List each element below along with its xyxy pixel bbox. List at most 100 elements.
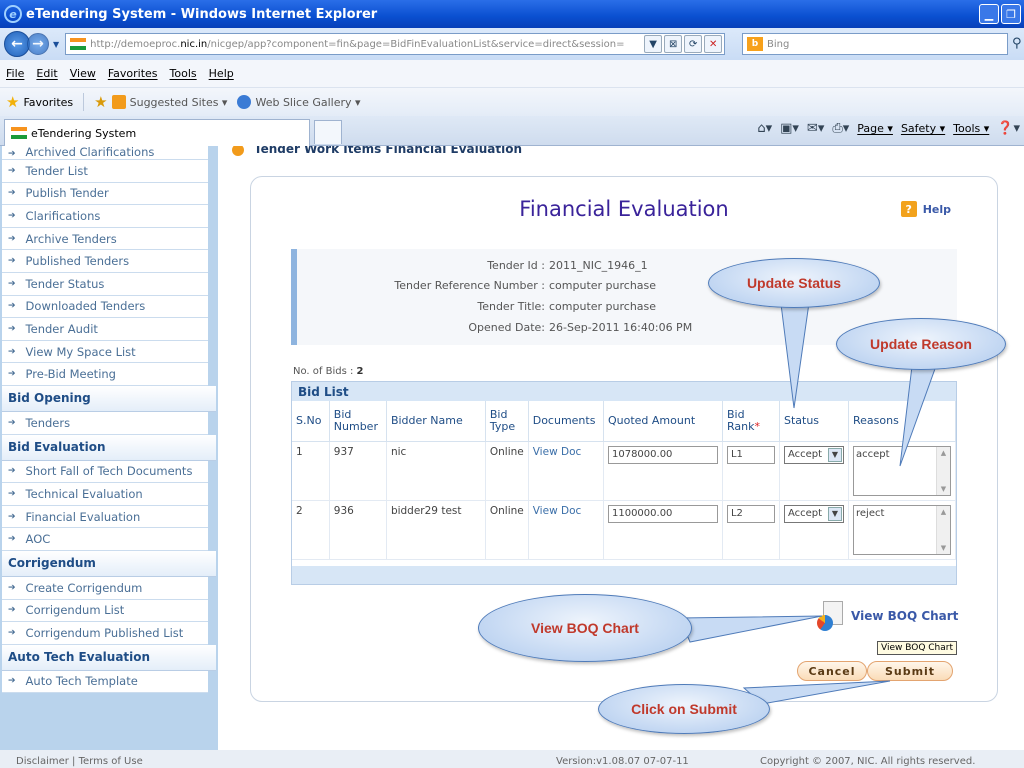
compatibility-icon[interactable]: ⊠: [664, 35, 683, 53]
back-arrow-icon: ←: [11, 36, 23, 52]
info-tender-title: Tender Title: computer purchase: [369, 300, 656, 313]
sidebar-item-tender-list[interactable]: ➔ Tender List: [2, 160, 208, 183]
sidebar-item-publish-tender[interactable]: ➔ Publish Tender: [2, 182, 208, 206]
sidebar-item-corrigendum-list[interactable]: ➔ Corrigendum List: [2, 599, 208, 623]
tools-menu[interactable]: Tools ▾: [953, 122, 989, 135]
arrow-icon: ➔: [8, 165, 16, 176]
url-dropdown-button[interactable]: ▼: [644, 35, 663, 53]
chevron-down-icon: ▼: [827, 506, 842, 521]
sidebar-item-aoc[interactable]: ➔ AOC: [2, 528, 208, 551]
status-select[interactable]: Accept ▼: [783, 504, 844, 523]
status-value: Accept: [787, 508, 823, 519]
tab-etendering[interactable]: eTendering System: [4, 119, 310, 146]
bid-count-label: No. of Bids :: [293, 366, 354, 377]
menu-file[interactable]: File: [6, 67, 24, 80]
submit-button[interactable]: Submit: [867, 661, 953, 681]
arrow-icon: ➔: [8, 278, 16, 289]
sidebar-item-auto-tech-template[interactable]: ➔ Auto Tech Template: [2, 670, 208, 694]
safety-menu[interactable]: Safety ▾: [901, 122, 945, 135]
history-dropdown-icon[interactable]: ▼: [53, 40, 59, 49]
help-link[interactable]: ? Help: [900, 201, 951, 217]
url-input[interactable]: http://demoeproc. nic.in/nicgep/app?compo…: [65, 33, 726, 55]
reason-textarea[interactable]: accept ▲ ▼: [853, 445, 951, 496]
web-slice-icon: [237, 95, 252, 109]
quoted-amount-input[interactable]: 1078000.00: [607, 445, 718, 464]
new-tab-button[interactable]: [314, 120, 342, 144]
arrow-icon: ➔: [8, 369, 16, 380]
sidebar-item-financial-evaluation[interactable]: ➔ Financial Evaluation: [2, 505, 208, 529]
info-value: computer purchase: [549, 279, 657, 292]
sidebar-item-corrigendum-published-list[interactable]: ➔ Corrigendum Published List: [2, 622, 208, 645]
view-doc-link[interactable]: View Doc: [533, 446, 582, 458]
add-favorite-icon[interactable]: ★: [94, 93, 107, 111]
menu-help[interactable]: Help: [209, 67, 234, 80]
sidebar-item-label: Technical Evaluation: [25, 486, 143, 501]
print-icon[interactable]: ⎙▾: [832, 121, 849, 136]
home-icon[interactable]: ⌂▾: [757, 121, 772, 136]
url-domain: nic.in: [180, 38, 208, 50]
forward-button[interactable]: →: [27, 33, 49, 55]
search-icon[interactable]: ⚲: [1012, 36, 1022, 51]
sidebar-item-pre-bid-meeting[interactable]: ➔ Pre-Bid Meeting: [2, 363, 208, 386]
bid-rank-input[interactable]: L1: [726, 445, 775, 464]
sidebar-item-tender-audit[interactable]: ➔ Tender Audit: [2, 318, 208, 341]
view-doc-link[interactable]: View Doc: [533, 505, 582, 517]
quoted-amount-input[interactable]: 1100000.00: [607, 504, 718, 523]
sidebar: ➔ Archived Clarifications ➔ Tender List ➔ P…: [0, 146, 218, 750]
cell-documents: View Doc: [528, 441, 604, 501]
sidebar-item-technical-evaluation[interactable]: ➔ Technical Evaluation: [2, 483, 208, 506]
sidebar-item-create-corrigendum[interactable]: ➔ Create Corrigendum: [2, 576, 208, 600]
refresh-icon[interactable]: ⟳: [684, 35, 703, 53]
col-reasons: Reasons: [848, 401, 956, 442]
favorites-button[interactable]: Favorites: [23, 96, 73, 109]
web-slice-gallery-link[interactable]: Web Slice Gallery ▾: [237, 95, 361, 109]
help-menu-icon[interactable]: ❓▾: [997, 121, 1020, 136]
textarea-scrollbar[interactable]: ▲ ▼: [936, 446, 950, 495]
reason-textarea[interactable]: reject ▲ ▼: [853, 504, 951, 555]
footer-links[interactable]: Disclaimer | Terms of Use: [16, 756, 143, 767]
suggested-sites-link[interactable]: Suggested Sites ▾: [111, 95, 227, 109]
cell-bid-number: 936: [329, 500, 387, 560]
menu-edit[interactable]: Edit: [36, 67, 57, 80]
minimize-button[interactable]: ▁: [979, 4, 999, 24]
sidebar-item-published-tenders[interactable]: ➔ Published Tenders: [2, 250, 208, 273]
sidebar-item-clarifications[interactable]: ➔ Clarifications: [2, 205, 208, 228]
sidebar-item-view-my-space-list[interactable]: ➔ View My Space List: [2, 340, 208, 364]
cancel-button[interactable]: Cancel: [797, 661, 867, 681]
sidebar-item-short-fall[interactable]: ➔ Short Fall of Tech Documents: [2, 460, 208, 484]
textarea-scrollbar[interactable]: ▲ ▼: [936, 505, 950, 554]
maximize-button[interactable]: ❐: [1001, 4, 1021, 24]
footer-copyright: Copyright © 2007, NIC. All rights reserv…: [760, 756, 976, 767]
view-boq-chart-link[interactable]: View BOQ Chart: [817, 601, 958, 631]
url-tools: ▼ ⊠ ⟳ ✕: [644, 34, 725, 54]
search-placeholder: Bing: [767, 38, 790, 50]
menu-tools[interactable]: Tools: [170, 67, 197, 80]
sidebar-item-label: Tender Status: [25, 276, 105, 291]
sidebar-item-downloaded-tenders[interactable]: ➔ Downloaded Tenders: [2, 295, 208, 319]
status-select[interactable]: Accept ▼: [783, 445, 844, 464]
page-menu[interactable]: Page ▾: [857, 122, 893, 135]
menu-favorites[interactable]: Favorites: [108, 67, 158, 80]
bid-list-title: Bid List: [292, 382, 956, 401]
web-slice-label: Web Slice Gallery ▾: [255, 95, 361, 109]
search-input[interactable]: b Bing: [742, 33, 1008, 55]
cell-bid-type: Online: [485, 441, 529, 501]
stop-icon[interactable]: ✕: [704, 35, 723, 53]
menu-view[interactable]: View: [70, 67, 96, 80]
table-row: 2 936 bidder29 test Online View Doc 1100…: [292, 500, 956, 560]
sidebar-item-archived-clarifications[interactable]: ➔ Archived Clarifications: [2, 146, 208, 160]
sidebar-item-tenders[interactable]: ➔ Tenders: [2, 411, 208, 435]
mail-icon[interactable]: ✉▾: [807, 121, 824, 136]
arrow-icon: ➔: [8, 627, 16, 638]
col-bid-rank-label: Bid Rank: [726, 407, 755, 433]
arrow-icon: ➔: [8, 488, 16, 499]
arrow-icon: ➔: [8, 301, 16, 312]
sidebar-item-tender-status[interactable]: ➔ Tender Status: [2, 272, 208, 296]
sidebar-item-label: Financial Evaluation: [25, 509, 141, 524]
bid-rank-input[interactable]: L2: [726, 504, 775, 523]
window-title: eTendering System - Windows Internet Exp…: [26, 6, 378, 22]
sidebar-item-archive-tenders[interactable]: ➔ Archive Tenders: [2, 227, 208, 251]
col-sno: S.No: [292, 401, 330, 442]
feeds-icon[interactable]: ▣▾: [780, 121, 799, 136]
favorites-separator: [83, 93, 85, 111]
